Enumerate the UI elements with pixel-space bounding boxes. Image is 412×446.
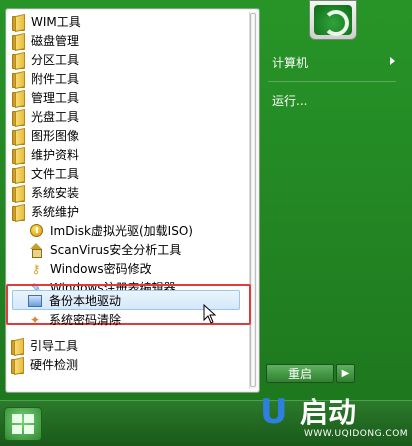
menu-item-label: 图形图像 — [31, 129, 80, 143]
folder-icon — [12, 205, 25, 221]
restart-button[interactable]: 重启 — [266, 364, 334, 383]
submenu-item-clear-password[interactable]: ✦ 系统密码清除 — [27, 310, 267, 329]
folder-icon — [12, 34, 25, 50]
menu-folder-admin-tools[interactable]: 管理工具 — [12, 88, 252, 107]
menu-item-label: WIM工具 — [31, 15, 81, 29]
menu-folder-boot-tools[interactable]: 引导工具 — [11, 336, 251, 355]
submenu-item-label: 系统密码清除 — [49, 313, 122, 327]
folder-icon — [12, 148, 25, 164]
user-avatar-icon — [314, 5, 352, 36]
menu-item-label: 管理工具 — [31, 91, 80, 105]
menu-folder-accessory-tools[interactable]: 附件工具 — [12, 69, 252, 88]
menu-item-label: 维护资料 — [31, 148, 80, 162]
folder-icon — [12, 129, 25, 145]
menu-item-label: 文件工具 — [31, 167, 80, 181]
folder-icon — [12, 167, 25, 183]
start-button[interactable] — [4, 407, 42, 441]
right-menu-computer[interactable]: 计算机 — [272, 54, 308, 71]
submenu-item-label: 备份本地驱动 — [49, 294, 122, 308]
menu-item-label: 分区工具 — [31, 53, 80, 67]
menu-item-label: 引导工具 — [30, 339, 79, 353]
key-icon: ⚷ — [31, 261, 41, 276]
submenu-item-label: ImDisk虚拟光驱(加载ISO) — [50, 224, 193, 238]
user-picture-tile[interactable] — [309, 0, 357, 40]
menu-item-label: 硬件检测 — [30, 358, 79, 372]
watermark-logo: U 启动 WWW.UQIDONG.COM — [260, 393, 410, 443]
folder-icon — [12, 91, 25, 107]
menu-folder-wim[interactable]: WIM工具 — [12, 12, 252, 31]
menu-folder-maintenance-docs[interactable]: 维护资料 — [12, 145, 252, 164]
submenu-item-windows-password[interactable]: ⚷ Windows密码修改 — [28, 259, 268, 278]
submenu-item-scanvirus[interactable]: ScanVirus安全分析工具 — [28, 240, 268, 259]
folder-icon — [11, 358, 24, 374]
menu-folder-partition-tools[interactable]: 分区工具 — [12, 50, 252, 69]
menu-folder-file-tools[interactable]: 文件工具 — [12, 164, 252, 183]
logo-url: WWW.UQIDONG.COM — [304, 429, 409, 439]
menu-folder-system-install[interactable]: 系统安装 — [12, 183, 252, 202]
right-menu-run[interactable]: 运行... — [272, 92, 307, 109]
folder-icon — [12, 72, 25, 88]
submenu-arrow-icon — [390, 57, 395, 65]
menu-folder-graphics[interactable]: 图形图像 — [12, 126, 252, 145]
menu-item-label: 系统维护 — [31, 205, 80, 219]
submenu-item-label: Windows密码修改 — [50, 262, 152, 276]
submenu-item-backup-drivers[interactable]: 备份本地驱动 — [27, 291, 267, 310]
clean-icon: ✦ — [29, 312, 41, 327]
menu-folder-disk-management[interactable]: 磁盘管理 — [12, 31, 252, 50]
menu-item-label: 系统安装 — [31, 186, 80, 200]
home-icon — [28, 242, 44, 258]
folder-icon — [12, 53, 25, 69]
menu-folder-hardware-detection[interactable]: 硬件检测 — [11, 355, 251, 374]
logo-text: 启动 — [300, 396, 357, 429]
disk-icon — [28, 223, 44, 239]
folder-icon — [11, 339, 24, 355]
menu-item-label: 光盘工具 — [31, 110, 80, 124]
submenu-item-label: ScanVirus安全分析工具 — [50, 243, 182, 257]
folder-icon — [12, 110, 25, 126]
shutdown-options-button[interactable]: ▶ — [336, 364, 355, 383]
submenu-item-imdisk[interactable]: ImDisk虚拟光驱(加载ISO) — [28, 221, 268, 240]
menu-folder-system-maintenance[interactable]: 系统维护 — [12, 202, 252, 221]
driver-backup-icon — [27, 293, 43, 309]
logo-u-mark: U — [260, 392, 288, 432]
menu-item-label: 附件工具 — [31, 72, 80, 86]
menu-item-label: 磁盘管理 — [31, 34, 80, 48]
folder-icon — [12, 15, 25, 31]
right-separator — [268, 81, 396, 82]
folder-icon — [12, 186, 25, 202]
menu-folder-disc-tools[interactable]: 光盘工具 — [12, 107, 252, 126]
